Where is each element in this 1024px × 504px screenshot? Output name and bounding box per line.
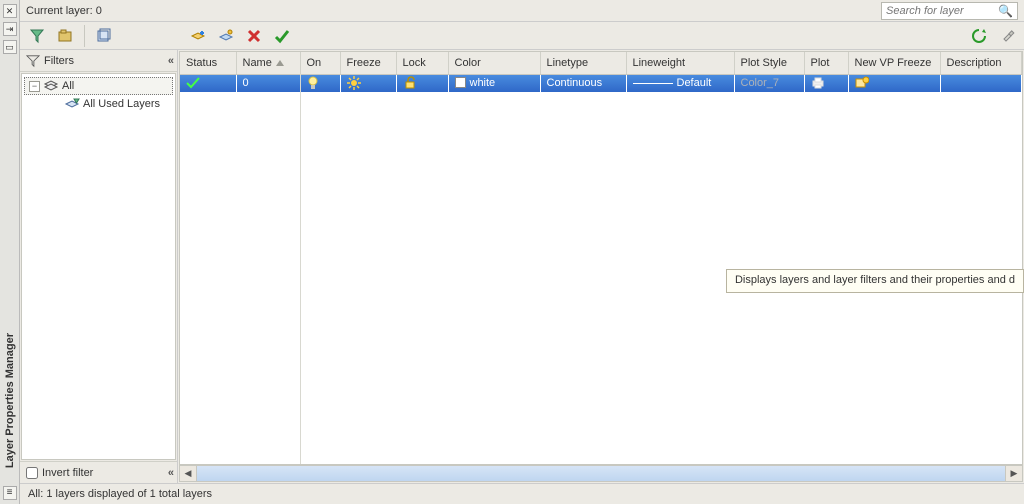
sun-icon xyxy=(347,76,361,90)
layers-filter-icon xyxy=(64,97,80,111)
scroll-track[interactable] xyxy=(197,466,1005,481)
filters-header: Filters « xyxy=(20,50,177,72)
palette-footer-icon[interactable]: ≡ xyxy=(3,486,17,500)
column-divider xyxy=(300,74,301,464)
sort-asc-icon xyxy=(276,60,284,66)
scroll-right-icon[interactable]: ▶ xyxy=(1005,466,1022,481)
status-text: All: 1 layers displayed of 1 total layer… xyxy=(28,488,212,500)
lineweight-sample xyxy=(633,83,673,84)
body: Filters « − All All Used Layers Invert f… xyxy=(20,50,1024,484)
cell-newvp[interactable] xyxy=(848,74,940,92)
header-bar: Current layer: 0 🔍 xyxy=(20,0,1024,22)
color-swatch xyxy=(455,77,466,88)
close-icon[interactable]: ✕ xyxy=(3,4,17,18)
toolbar-divider xyxy=(84,25,85,47)
invert-filter-row: Invert filter « xyxy=(20,461,177,483)
invert-filter-checkbox[interactable] xyxy=(26,467,38,479)
color-label: white xyxy=(470,77,496,89)
search-icon[interactable]: 🔍 xyxy=(998,4,1013,18)
cell-plotstyle[interactable]: Color_7 xyxy=(734,74,804,92)
scroll-thumb[interactable] xyxy=(197,466,1005,481)
delete-layer-button[interactable] xyxy=(243,25,265,47)
collapse-filters-icon-2[interactable]: « xyxy=(168,467,171,479)
col-status[interactable]: Status xyxy=(180,52,236,74)
refresh-button[interactable] xyxy=(968,25,990,47)
lineweight-label: Default xyxy=(677,77,712,89)
invert-filter-label: Invert filter xyxy=(42,467,93,479)
filter-tree[interactable]: − All All Used Layers xyxy=(21,73,176,460)
app-frame: Current layer: 0 🔍 xyxy=(20,0,1024,504)
cell-linetype[interactable]: Continuous xyxy=(540,74,626,92)
cell-status[interactable] xyxy=(180,74,236,92)
palette-title: Layer Properties Manager xyxy=(4,333,16,468)
status-bar: All: 1 layers displayed of 1 total layer… xyxy=(20,484,1024,504)
tooltip-text: Displays layers and layer filters and th… xyxy=(735,274,1015,286)
current-layer-label: Current layer: 0 xyxy=(26,5,102,17)
new-group-filter-button[interactable] xyxy=(54,25,76,47)
col-lock[interactable]: Lock xyxy=(396,52,448,74)
col-description[interactable]: Description xyxy=(940,52,1022,74)
autohide-icon[interactable]: ⇥ xyxy=(3,22,17,36)
settings-button[interactable] xyxy=(996,25,1018,47)
col-newvp[interactable]: New VP Freeze xyxy=(848,52,940,74)
filters-label: Filters xyxy=(44,55,74,67)
collapse-node-icon[interactable]: − xyxy=(29,81,40,92)
layer-table-wrap: Status Name On Freeze Lock Color Linetyp… xyxy=(179,51,1023,465)
col-name[interactable]: Name xyxy=(236,52,300,74)
table-header-row: Status Name On Freeze Lock Color Linetyp… xyxy=(180,52,1022,74)
cell-lock[interactable] xyxy=(396,74,448,92)
bulb-on-icon xyxy=(307,76,319,90)
layer-search-input[interactable] xyxy=(886,5,996,17)
layer-states-button[interactable] xyxy=(93,25,115,47)
horizontal-scrollbar[interactable]: ◀ ▶ xyxy=(179,465,1023,482)
properties-icon[interactable]: ▭ xyxy=(3,40,17,54)
col-on[interactable]: On xyxy=(300,52,340,74)
tooltip: Displays layers and layer filters and th… xyxy=(726,269,1024,293)
tree-label: All xyxy=(62,80,74,92)
cell-plot[interactable] xyxy=(804,74,848,92)
tree-label: All Used Layers xyxy=(83,98,160,110)
tree-node-all-used[interactable]: All Used Layers xyxy=(24,95,173,113)
new-layer-vp-frozen-button[interactable] xyxy=(215,25,237,47)
col-linetype[interactable]: Linetype xyxy=(540,52,626,74)
cell-description[interactable] xyxy=(940,74,1022,92)
table-row[interactable]: 0 white Continuous xyxy=(180,74,1022,92)
toolbar xyxy=(20,22,1024,50)
cell-lineweight[interactable]: Default xyxy=(626,74,734,92)
printer-icon xyxy=(811,77,825,89)
cell-freeze[interactable] xyxy=(340,74,396,92)
tree-node-all[interactable]: − All xyxy=(24,77,173,95)
layer-search[interactable]: 🔍 xyxy=(881,2,1018,20)
layer-table[interactable]: Status Name On Freeze Lock Color Linetyp… xyxy=(180,52,1022,92)
col-plot[interactable]: Plot xyxy=(804,52,848,74)
layers-stack-icon xyxy=(43,79,59,93)
cell-color[interactable]: white xyxy=(448,74,540,92)
cell-name[interactable]: 0 xyxy=(236,74,300,92)
scroll-left-icon[interactable]: ◀ xyxy=(180,466,197,481)
col-freeze[interactable]: Freeze xyxy=(340,52,396,74)
filter-icon xyxy=(26,54,40,68)
col-plotstyle[interactable]: Plot Style xyxy=(734,52,804,74)
layer-table-panel: Status Name On Freeze Lock Color Linetyp… xyxy=(178,50,1024,483)
col-color[interactable]: Color xyxy=(448,52,540,74)
new-vp-freeze-icon xyxy=(855,76,869,90)
col-name-label: Name xyxy=(243,57,272,69)
unlock-icon xyxy=(403,76,417,90)
new-layer-button[interactable] xyxy=(187,25,209,47)
check-icon xyxy=(186,77,200,89)
cell-on[interactable] xyxy=(300,74,340,92)
collapse-filters-icon[interactable]: « xyxy=(168,55,171,67)
new-property-filter-button[interactable] xyxy=(26,25,48,47)
col-lineweight[interactable]: Lineweight xyxy=(626,52,734,74)
set-current-button[interactable] xyxy=(271,25,293,47)
palette-titlebar: ✕ ⇥ ▭ Layer Properties Manager ≡ xyxy=(0,0,20,504)
filters-panel: Filters « − All All Used Layers Invert f… xyxy=(20,50,178,483)
